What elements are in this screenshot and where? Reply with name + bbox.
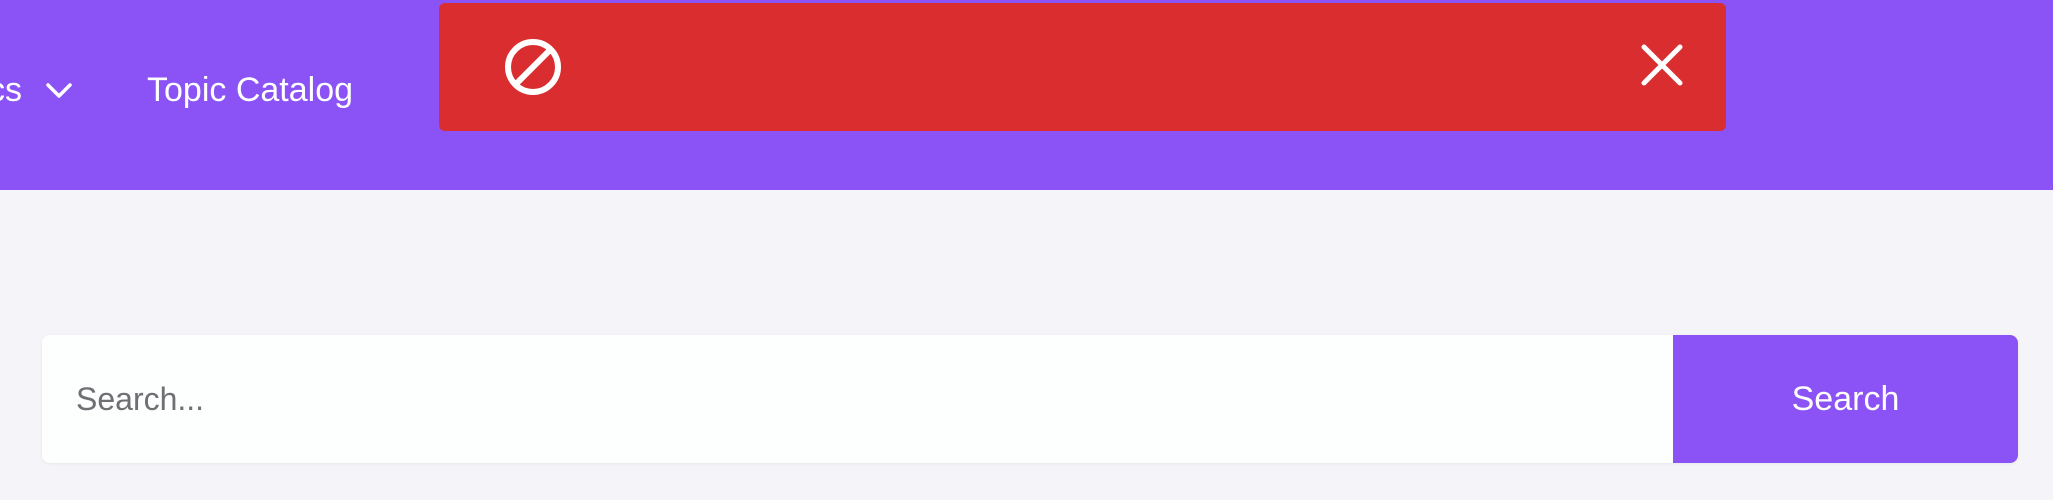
toast-close-button[interactable] xyxy=(1634,39,1690,95)
search-button-label: Search xyxy=(1791,379,1900,418)
chevron-down-icon xyxy=(42,73,76,107)
nav-item-label: Topic Catalog xyxy=(147,71,354,109)
nav-item-topic-catalog[interactable]: Topic Catalog xyxy=(147,62,353,118)
search-bar: Search xyxy=(42,335,2018,463)
nav-item-label: cs xyxy=(0,71,22,109)
search-button[interactable]: Search xyxy=(1673,335,2018,463)
search-input[interactable] xyxy=(42,335,1673,463)
nav-item-topics-dropdown[interactable]: cs xyxy=(0,62,76,118)
ban-icon xyxy=(503,37,563,97)
close-icon xyxy=(1638,41,1686,94)
error-toast xyxy=(439,3,1726,131)
